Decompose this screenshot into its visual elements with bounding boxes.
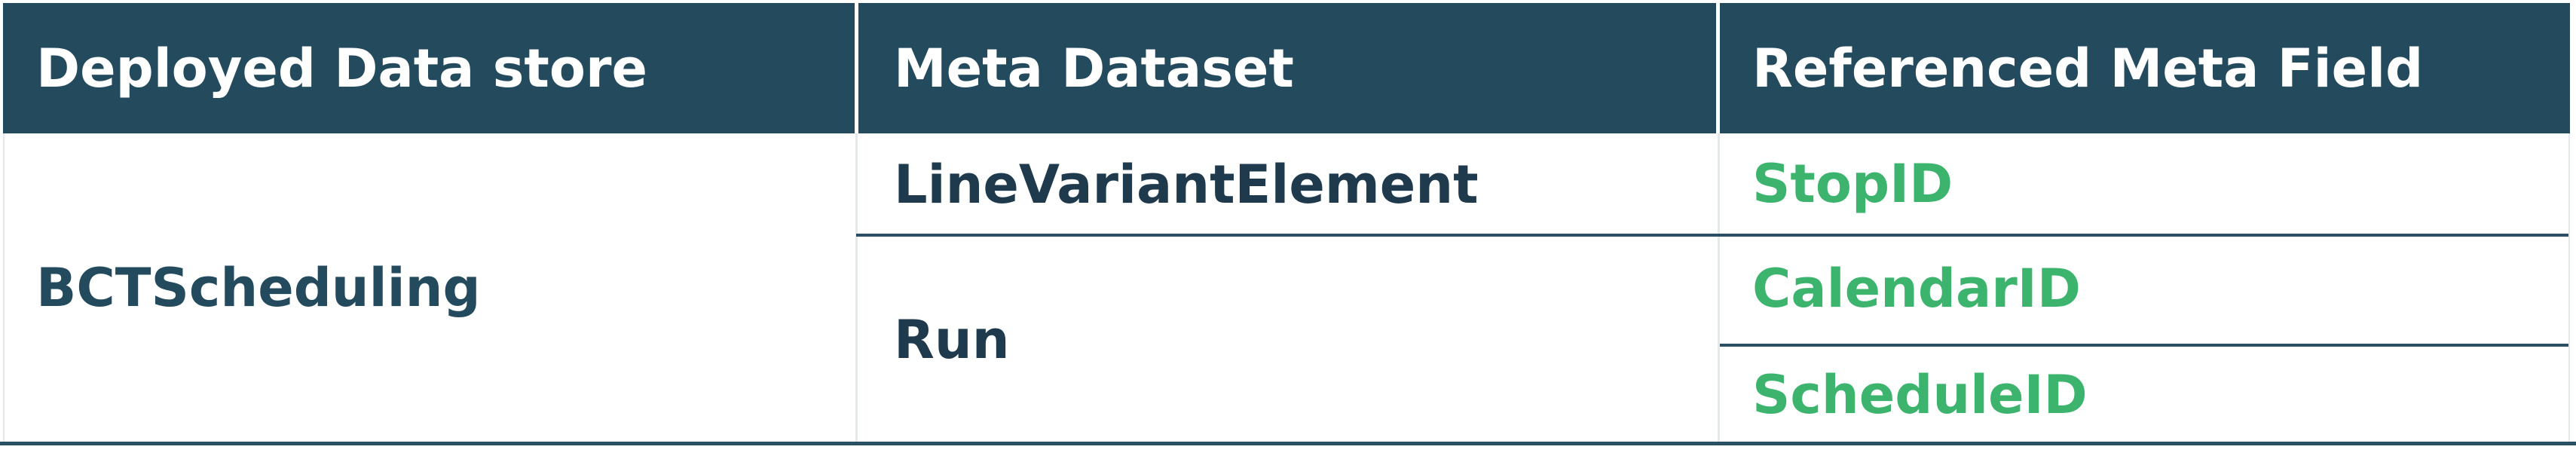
header-deployed-data-store: Deployed Data store (36, 37, 647, 99)
field-cell-stopid: StopID (1752, 152, 1953, 215)
header-referenced-meta-field: Referenced Meta Field (1752, 37, 2424, 99)
table-body: BCTScheduling LineVariantElement Run Sto… (3, 133, 2570, 442)
table-left-border (3, 133, 5, 442)
field-cell-scheduleid: ScheduleID (1752, 363, 2088, 426)
table-right-border (2568, 133, 2570, 442)
reference-table: Deployed Data store Meta Dataset Referen… (0, 0, 2576, 465)
dataset-cell-run: Run (894, 308, 1010, 371)
header-meta-dataset: Meta Dataset (894, 37, 1294, 99)
data-store-cell: BCTScheduling (36, 257, 481, 319)
table-header-row: Deployed Data store Meta Dataset Referen… (3, 3, 2570, 133)
dataset-cell-linevariantelement: LineVariantElement (894, 153, 1479, 216)
table-bottom-rule (0, 442, 2576, 445)
field-cell-calendarid: CalendarID (1752, 257, 2081, 320)
